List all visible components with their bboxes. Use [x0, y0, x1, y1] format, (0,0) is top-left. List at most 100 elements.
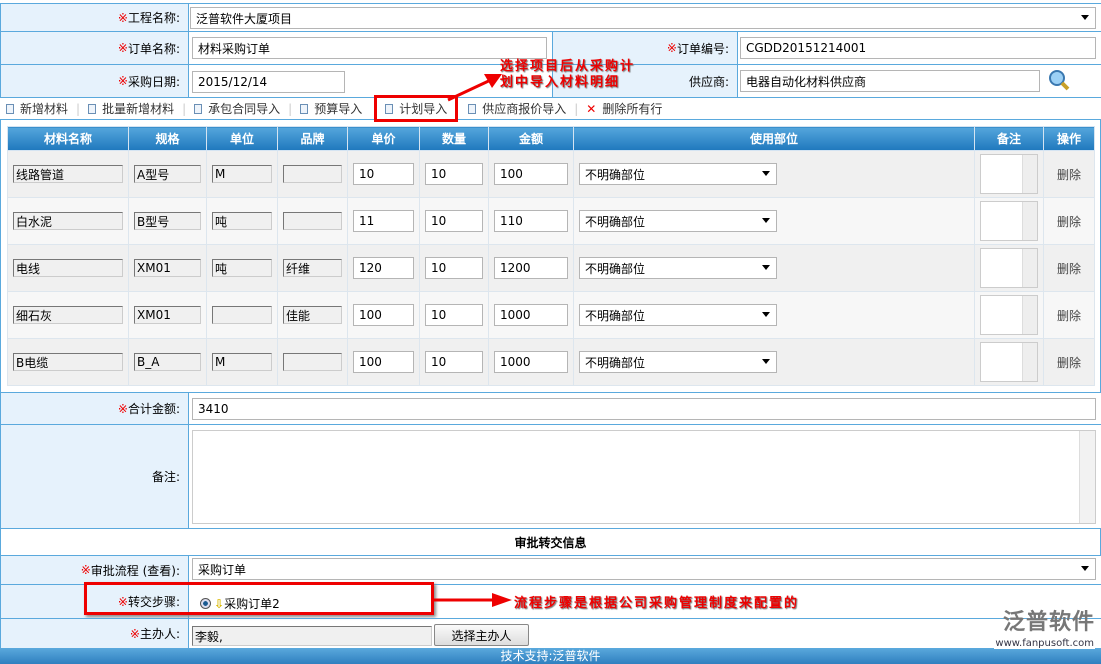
- chevron-down-icon: [762, 359, 770, 364]
- chevron-down-icon: [762, 265, 770, 270]
- order-no-input[interactable]: CGDD20151214001: [740, 37, 1096, 59]
- col-header: 操作: [1043, 126, 1095, 151]
- material-name-input[interactable]: 白水泥: [13, 212, 123, 230]
- col-header: 使用部位: [573, 126, 975, 151]
- quantity-input[interactable]: 10: [425, 257, 483, 279]
- document-icon: [6, 103, 14, 114]
- dept-select[interactable]: 不明确部位: [579, 351, 777, 373]
- unit-input[interactable]: 吨: [212, 259, 272, 277]
- delete-row-link[interactable]: 删除: [1057, 309, 1081, 323]
- amount-input[interactable]: 1200: [494, 257, 568, 279]
- document-icon: [194, 103, 203, 114]
- document-icon: [300, 103, 309, 114]
- quantity-input[interactable]: 10: [425, 163, 483, 185]
- close-icon: ✕: [586, 101, 597, 116]
- dept-select[interactable]: 不明确部位: [579, 304, 777, 326]
- amount-input[interactable]: 110: [494, 210, 568, 232]
- project-select[interactable]: 泛普软件大厦项目: [190, 7, 1096, 29]
- chevron-down-icon: [1081, 15, 1089, 20]
- remark-input[interactable]: [980, 201, 1038, 241]
- batch-add-button[interactable]: 批量新增材料: [88, 100, 174, 117]
- material-name-input[interactable]: 线路管道: [13, 165, 123, 183]
- document-icon: [468, 103, 477, 114]
- amount-input[interactable]: 1000: [494, 351, 568, 373]
- view-process-link[interactable]: 审批流程 (查看):: [91, 562, 180, 579]
- chevron-down-icon: [762, 171, 770, 176]
- remark-input[interactable]: [980, 248, 1038, 288]
- search-icon[interactable]: [1048, 69, 1070, 91]
- delete-row-link[interactable]: 删除: [1057, 215, 1081, 229]
- remark-textarea[interactable]: [192, 430, 1096, 524]
- quantity-input[interactable]: 10: [425, 304, 483, 326]
- brand-input[interactable]: [283, 353, 342, 371]
- spec-input[interactable]: B型号: [134, 212, 201, 230]
- add-material-button[interactable]: 新增材料: [6, 100, 68, 117]
- col-header: 品牌: [277, 126, 348, 151]
- delete-row-link[interactable]: 删除: [1057, 262, 1081, 276]
- spec-input[interactable]: B_A: [134, 353, 201, 371]
- delete-row-link[interactable]: 删除: [1057, 168, 1081, 182]
- owner-input[interactable]: 李毅,: [192, 626, 432, 646]
- date-input[interactable]: 2015/12/14: [192, 71, 345, 93]
- dept-select[interactable]: 不明确部位: [579, 210, 777, 232]
- dept-select[interactable]: 不明确部位: [579, 257, 777, 279]
- select-owner-button[interactable]: 选择主办人: [434, 624, 529, 646]
- process-row: ※ 审批流程 (查看): 采购订单: [0, 555, 1101, 584]
- price-input[interactable]: 100: [353, 351, 414, 373]
- brand-input[interactable]: 佳能: [283, 306, 342, 324]
- total-row: ※ 合计金额: 3410: [0, 392, 1101, 424]
- remark-input[interactable]: [980, 342, 1038, 382]
- material-name-input[interactable]: 细石灰: [13, 306, 123, 324]
- dept-select[interactable]: 不明确部位: [579, 163, 777, 185]
- col-header: 金额: [488, 126, 574, 151]
- footer: 技术支持:泛普软件: [0, 648, 1101, 664]
- owner-row: ※ 主办人: 李毅, 选择主办人: [0, 618, 1101, 648]
- spec-input[interactable]: XM01: [134, 259, 201, 277]
- price-input[interactable]: 100: [353, 304, 414, 326]
- price-input[interactable]: 120: [353, 257, 414, 279]
- col-header: 备注: [974, 126, 1044, 151]
- col-header: 材料名称: [7, 126, 129, 151]
- chevron-down-icon: [762, 218, 770, 223]
- delete-row-link[interactable]: 删除: [1057, 356, 1081, 370]
- unit-input[interactable]: 吨: [212, 212, 272, 230]
- table-row: 线路管道 A型号 M 10 10 100 不明确部位 删除: [7, 150, 1095, 198]
- amount-input[interactable]: 100: [494, 163, 568, 185]
- chevron-down-icon: [762, 312, 770, 317]
- total-amount-input[interactable]: 3410: [192, 398, 1096, 420]
- brand-input[interactable]: [283, 165, 342, 183]
- remark-input[interactable]: [980, 154, 1038, 194]
- budget-import-button[interactable]: 预算导入: [300, 100, 362, 117]
- chevron-down-icon: [1081, 566, 1089, 571]
- supplier-input[interactable]: 电器自动化材料供应商: [740, 70, 1040, 92]
- order-name-input[interactable]: 材料采购订单: [192, 37, 547, 59]
- materials-table: 材料名称 规格 单位 品牌 单价 数量 金额 使用部位 备注 操作 线路管道 A型…: [7, 126, 1095, 386]
- spec-input[interactable]: A型号: [134, 165, 201, 183]
- brand-input[interactable]: 纤维: [283, 259, 342, 277]
- table-row: 白水泥 B型号吨 11 10 110 不明确部位 删除: [7, 197, 1095, 245]
- unit-input[interactable]: M: [212, 165, 272, 183]
- toolbar: 新增材料 | 批量新增材料 | 承包合同导入 | 预算导入 计划导入 供应商报价导入 |…: [0, 95, 1101, 122]
- brand-input[interactable]: [283, 212, 342, 230]
- quantity-input[interactable]: 10: [425, 351, 483, 373]
- contract-import-button[interactable]: 承包合同导入: [194, 100, 280, 117]
- delete-all-rows-button[interactable]: ✕ 删除所有行: [586, 100, 662, 117]
- unit-input[interactable]: [212, 306, 272, 324]
- unit-input[interactable]: M: [212, 353, 272, 371]
- process-select[interactable]: 采购订单: [192, 558, 1096, 580]
- table-row: B电缆 B_A M 100 10 1000 不明确部位 删除: [7, 338, 1095, 386]
- amount-input[interactable]: 1000: [494, 304, 568, 326]
- material-name-input[interactable]: 电线: [13, 259, 123, 277]
- document-icon: [385, 103, 394, 114]
- remark-row: 备注:: [0, 424, 1101, 528]
- price-input[interactable]: 11: [353, 210, 414, 232]
- scrollbar[interactable]: [1079, 431, 1095, 523]
- document-icon: [88, 103, 97, 114]
- quantity-input[interactable]: 10: [425, 210, 483, 232]
- price-input[interactable]: 10: [353, 163, 414, 185]
- spec-input[interactable]: XM01: [134, 306, 201, 324]
- col-header: 数量: [419, 126, 489, 151]
- remark-input[interactable]: [980, 295, 1038, 335]
- highlight-box: [84, 582, 434, 615]
- material-name-input[interactable]: B电缆: [13, 353, 123, 371]
